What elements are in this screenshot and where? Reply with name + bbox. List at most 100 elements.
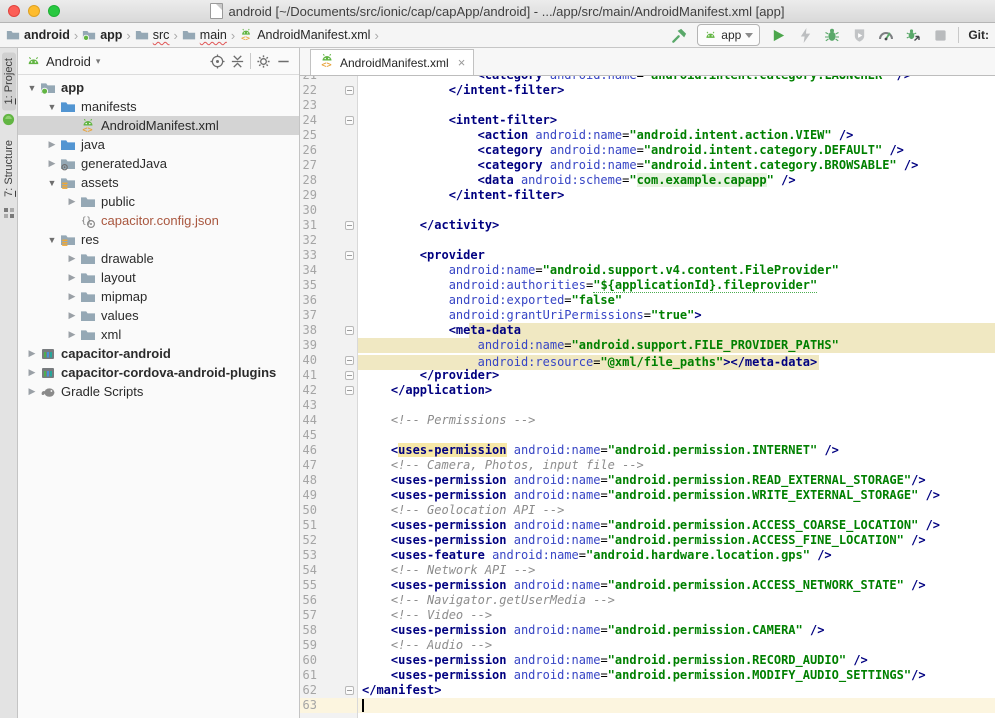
code-line-32[interactable]: [358, 233, 995, 248]
run-button[interactable]: [769, 26, 787, 44]
code-line-63[interactable]: [358, 698, 995, 713]
code-line-58[interactable]: <uses-permission android:name="android.p…: [358, 623, 995, 638]
tree-expand-arrow[interactable]: ▼: [44, 102, 60, 112]
grid-icon[interactable]: [3, 206, 15, 224]
tree-expand-arrow[interactable]: ▶: [64, 329, 80, 340]
project-view-selector[interactable]: Android: [46, 54, 91, 69]
tree-item-mipmap[interactable]: ▶mipmap: [18, 287, 299, 306]
tree-item-manifests[interactable]: ▼manifests: [18, 97, 299, 116]
close-tab-icon[interactable]: ×: [458, 55, 466, 70]
code-line-47[interactable]: <!-- Camera, Photos, input file -->: [358, 458, 995, 473]
code-line-23[interactable]: [358, 98, 995, 113]
code-line-24[interactable]: <intent-filter>: [358, 113, 995, 128]
zoom-button[interactable]: [48, 5, 60, 17]
code-line-61[interactable]: <uses-permission android:name="android.p…: [358, 668, 995, 683]
code-line-55[interactable]: <uses-permission android:name="android.p…: [358, 578, 995, 593]
run-with-coverage-icon[interactable]: [850, 26, 868, 44]
code-line-26[interactable]: <category android:name="android.intent.c…: [358, 143, 995, 158]
collapse-all-icon[interactable]: [230, 54, 245, 69]
tree-item-java[interactable]: ▶java: [18, 135, 299, 154]
code-line-30[interactable]: [358, 203, 995, 218]
breadcrumb-item-androidmanifest-xml[interactable]: <>AndroidManifest.xml: [239, 28, 370, 42]
stop-button[interactable]: [931, 26, 949, 44]
tree-item-res[interactable]: ▼res: [18, 230, 299, 249]
code-line-25[interactable]: <action android:name="android.intent.act…: [358, 128, 995, 143]
code-line-48[interactable]: <uses-permission android:name="android.p…: [358, 473, 995, 488]
tree-item-capacitor-config-json[interactable]: {}capacitor.config.json: [18, 211, 299, 230]
code-line-27[interactable]: <category android:name="android.intent.c…: [358, 158, 995, 173]
code-line-36[interactable]: android:exported="false": [358, 293, 995, 308]
tree-item-public[interactable]: ▶public: [18, 192, 299, 211]
hide-panel-icon[interactable]: [276, 54, 291, 69]
tree-expand-arrow[interactable]: ▶: [44, 158, 60, 169]
code-line-21[interactable]: <category android:name="android.intent.c…: [358, 76, 995, 83]
run-configuration-selector[interactable]: app: [697, 24, 760, 46]
code-line-22[interactable]: </intent-filter>: [358, 83, 995, 98]
code-line-56[interactable]: <!-- Navigator.getUserMedia -->: [358, 593, 995, 608]
code-line-54[interactable]: <!-- Network API -->: [358, 563, 995, 578]
tree-expand-arrow[interactable]: ▶: [64, 291, 80, 302]
code-line-39[interactable]: android:name="android.support.FILE_PROVI…: [358, 338, 995, 353]
chevron-down-icon[interactable]: ▾: [96, 56, 101, 67]
tree-expand-arrow[interactable]: ▼: [24, 83, 40, 93]
code-line-57[interactable]: <!-- Video -->: [358, 608, 995, 623]
minimize-button[interactable]: [28, 5, 40, 17]
tree-item-gradle-scripts[interactable]: ▶Gradle Scripts: [18, 382, 299, 401]
fold-marker[interactable]: [345, 326, 354, 335]
tree-expand-arrow[interactable]: ▼: [44, 235, 60, 245]
code-line-40[interactable]: android:resource="@xml/file_paths"></met…: [358, 353, 995, 368]
git-label[interactable]: Git:: [968, 28, 989, 42]
breadcrumb-item-app[interactable]: app: [82, 28, 122, 42]
debug-button[interactable]: [823, 26, 841, 44]
code-line-49[interactable]: <uses-permission android:name="android.p…: [358, 488, 995, 503]
code-line-28[interactable]: <data android:scheme="com.example.capapp…: [358, 173, 995, 188]
code-line-33[interactable]: <provider: [358, 248, 995, 263]
code-editor[interactable]: 2122232425262728293031323334353637383940…: [300, 76, 995, 718]
tree-expand-arrow[interactable]: ▶: [24, 386, 40, 397]
tree-item-drawable[interactable]: ▶drawable: [18, 249, 299, 268]
code-line-51[interactable]: <uses-permission android:name="android.p…: [358, 518, 995, 533]
fold-marker[interactable]: [345, 371, 354, 380]
tree-item-app[interactable]: ▼app: [18, 78, 299, 97]
tree-item-capacitor-android[interactable]: ▶capacitor-android: [18, 344, 299, 363]
toolwindow-button-structure[interactable]: 7: Structure: [2, 134, 16, 203]
tree-expand-arrow[interactable]: ▶: [24, 348, 40, 359]
fold-marker[interactable]: [345, 221, 354, 230]
apply-changes-icon[interactable]: [796, 26, 814, 44]
breadcrumb-item-src[interactable]: src: [135, 28, 170, 42]
code-line-53[interactable]: <uses-feature android:name="android.hard…: [358, 548, 995, 563]
tree-item-values[interactable]: ▶values: [18, 306, 299, 325]
code-line-41[interactable]: </provider>: [358, 368, 995, 383]
tab-androidmanifest[interactable]: <> AndroidManifest.xml ×: [310, 49, 474, 75]
gear-icon[interactable]: [256, 54, 271, 69]
close-button[interactable]: [8, 5, 20, 17]
code-line-60[interactable]: <uses-permission android:name="android.p…: [358, 653, 995, 668]
code-area[interactable]: <category android:name="android.intent.c…: [358, 76, 995, 718]
tree-expand-arrow[interactable]: ▶: [64, 310, 80, 321]
breadcrumb-item-main[interactable]: main: [182, 28, 227, 42]
tree-expand-arrow[interactable]: ▶: [24, 367, 40, 378]
code-line-50[interactable]: <!-- Geolocation API -->: [358, 503, 995, 518]
code-line-35[interactable]: android:authorities="${applicationId}.fi…: [358, 278, 995, 293]
tree-expand-arrow[interactable]: ▶: [64, 196, 80, 207]
tree-item-assets[interactable]: ▼assets: [18, 173, 299, 192]
code-line-62[interactable]: </manifest>: [358, 683, 995, 698]
tree-expand-arrow[interactable]: ▶: [64, 272, 80, 283]
code-line-34[interactable]: android:name="android.support.v4.content…: [358, 263, 995, 278]
fold-marker[interactable]: [345, 356, 354, 365]
tree-item-layout[interactable]: ▶layout: [18, 268, 299, 287]
locate-file-icon[interactable]: [210, 54, 225, 69]
fold-marker[interactable]: [345, 686, 354, 695]
toolwindow-button-project[interactable]: 1: Project: [2, 52, 16, 110]
code-line-46[interactable]: <uses-permission android:name="android.p…: [358, 443, 995, 458]
tree-item-androidmanifest-xml[interactable]: <>AndroidManifest.xml: [18, 116, 299, 135]
fold-marker[interactable]: [345, 116, 354, 125]
breadcrumb-item-android[interactable]: android: [6, 28, 70, 42]
code-line-31[interactable]: </activity>: [358, 218, 995, 233]
code-line-52[interactable]: <uses-permission android:name="android.p…: [358, 533, 995, 548]
profiler-icon[interactable]: [877, 26, 895, 44]
android-circle-icon[interactable]: [2, 113, 15, 131]
code-line-37[interactable]: android:grantUriPermissions="true">: [358, 308, 995, 323]
code-line-42[interactable]: </application>: [358, 383, 995, 398]
code-line-38[interactable]: <meta-data: [358, 323, 995, 338]
